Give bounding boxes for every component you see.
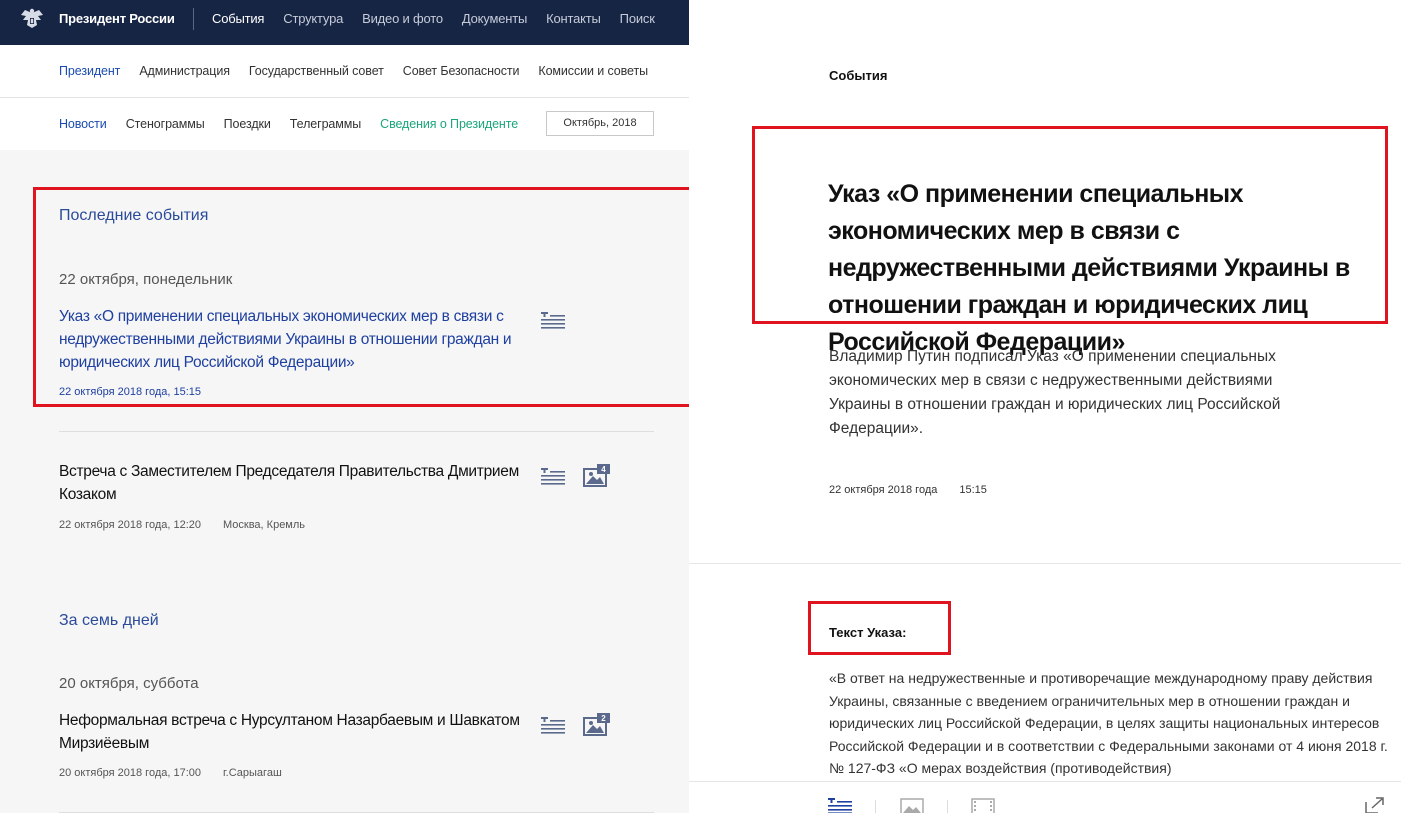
event-title-link[interactable]: Неформальная встреча с Нурсултаном Назар…: [59, 709, 529, 755]
day-heading: 20 октября, суббота: [59, 675, 199, 692]
nav-documents[interactable]: Документы: [462, 11, 527, 26]
article-date: 22 октября 2018 года: [829, 484, 938, 496]
nav-video-photo[interactable]: Видео и фото: [362, 11, 443, 26]
nav-structure[interactable]: Структура: [283, 11, 343, 26]
events-feed-panel: Президент России События Структура Видео…: [0, 0, 728, 813]
toolbar-divider: [947, 800, 948, 813]
tab-telegrams[interactable]: Телеграммы: [290, 117, 361, 131]
top-navbar: Президент России События Структура Видео…: [0, 0, 689, 45]
section-title-week[interactable]: За семь дней: [59, 612, 159, 630]
subnav-administration[interactable]: Администрация: [139, 64, 230, 78]
main-nav: События Структура Видео и фото Документы…: [212, 11, 674, 26]
article-time: 15:15: [959, 484, 987, 496]
event-datetime-text: 22 октября 2018 года, 12:20: [59, 519, 201, 531]
article-meta: 22 октября 2018 года 15:15: [829, 484, 987, 496]
brand-title[interactable]: Президент России: [59, 11, 175, 26]
subnav-president[interactable]: Президент: [59, 64, 120, 78]
article-lead: Владимир Путин подписал Указ «О применен…: [829, 348, 1281, 437]
event-datetime: 20 октября 2018 года, 17:00 г.Сарыагаш: [59, 767, 282, 779]
article-panel: События Указ «О применении специальных э…: [689, 0, 1401, 813]
photo-icon[interactable]: [900, 798, 924, 813]
tab-news[interactable]: Новости: [59, 117, 107, 131]
text-icon[interactable]: [828, 798, 852, 813]
event-place: г.Сарыагаш: [223, 767, 282, 779]
feed-divider: [59, 431, 654, 432]
video-icon[interactable]: [971, 798, 995, 813]
photo-count-badge: 2: [601, 714, 606, 723]
nav-contacts[interactable]: Контакты: [546, 11, 601, 26]
tab-president-info[interactable]: Сведения о Президенте: [380, 117, 518, 131]
share-icon[interactable]: [1364, 796, 1386, 813]
nav-divider: [193, 8, 194, 30]
article-body: «В ответ на недружественные и противореч…: [829, 670, 1388, 776]
event-datetime-text: 20 октября 2018 года, 17:00: [59, 767, 201, 779]
subnav-state-council[interactable]: Государственный совет: [249, 64, 384, 78]
nav-search[interactable]: Поиск: [620, 11, 655, 26]
nav-events[interactable]: События: [212, 11, 264, 26]
tab-transcripts[interactable]: Стенограммы: [126, 117, 205, 131]
eagle-logo-icon[interactable]: [19, 6, 45, 32]
tab-trips[interactable]: Поездки: [224, 117, 271, 131]
section-subnav: Президент Администрация Государственный …: [0, 45, 689, 98]
event-place: Москва, Кремль: [223, 519, 306, 531]
text-icon[interactable]: [541, 468, 565, 486]
highlight-box: [33, 187, 728, 407]
date-filter-select[interactable]: Октябрь, 2018: [546, 111, 654, 136]
subnav-commissions[interactable]: Комиссии и советы: [538, 64, 648, 78]
article-toolbar: [689, 781, 1401, 813]
subnav-security-council[interactable]: Совет Безопасности: [403, 64, 520, 78]
event-datetime: 22 октября 2018 года, 12:20 Москва, Кремл…: [59, 519, 305, 531]
highlight-box: [808, 601, 951, 655]
toolbar-divider: [875, 800, 876, 813]
text-icon[interactable]: [541, 717, 565, 735]
photo-count-badge: 4: [601, 465, 606, 474]
article-divider: [689, 563, 1401, 564]
event-title-link[interactable]: Встреча с Заместителем Председателя Прав…: [59, 460, 529, 506]
highlight-box: [752, 126, 1388, 324]
article-category[interactable]: События: [829, 68, 887, 83]
